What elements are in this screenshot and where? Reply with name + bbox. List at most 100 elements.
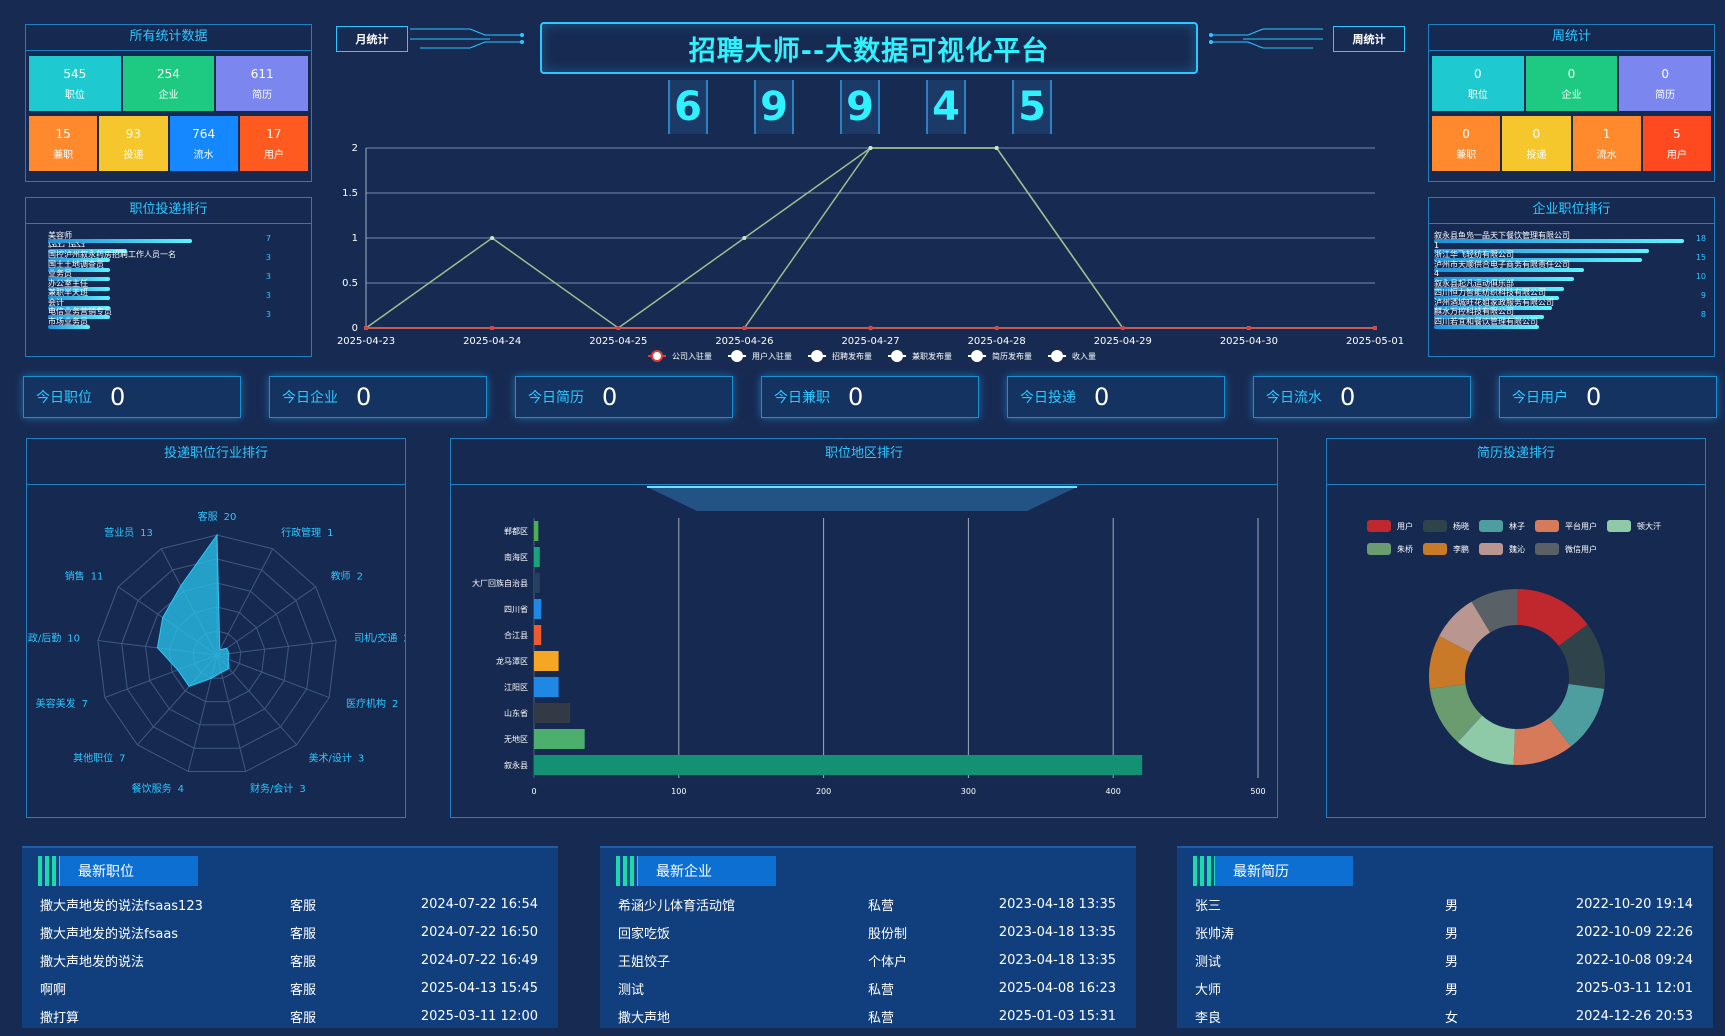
data-point	[994, 146, 999, 150]
panel-title: 企业职位排行	[1429, 198, 1714, 224]
table-row[interactable]: 大师 男 2025-03-11 12:01	[1195, 974, 1693, 1002]
stat-tile: 0 职位	[1432, 56, 1524, 111]
table-row[interactable]: 撒大声地发的说法 客服 2024-07-22 16:49	[40, 946, 538, 974]
row-type: 客服	[290, 982, 317, 998]
latest-resumes-tab[interactable]: 最新简历	[1193, 856, 1353, 886]
radar-label: 销售 11	[65, 570, 104, 583]
rank-name: 叙永县鱼凫一品天下餐饮管理有限公司	[1434, 231, 1570, 241]
radar-spoke	[216, 548, 274, 656]
x-tick-label: 500	[1250, 787, 1265, 796]
region-bar	[534, 547, 540, 567]
legend-item[interactable]: 林子	[1479, 520, 1525, 532]
today-value: 0	[110, 383, 126, 411]
legend-swatch	[1479, 520, 1503, 532]
row-time: 2025-03-11 12:00	[420, 1008, 538, 1024]
row-time: 2025-03-11 12:01	[1575, 980, 1693, 996]
stat-label: 兼职	[53, 149, 74, 161]
total-digit: 9	[840, 80, 880, 134]
legend-item[interactable]: 简历发布量	[968, 350, 1032, 362]
stat-tile: 17 用户	[239, 116, 308, 171]
table-row[interactable]: 张帅涛 男 2022-10-09 22:26	[1195, 918, 1693, 946]
data-point	[616, 326, 621, 330]
stat-value: 0	[1462, 126, 1470, 141]
legend-item[interactable]: 收入量	[1048, 350, 1096, 362]
row-name: 测试	[618, 982, 645, 998]
legend-swatch	[1423, 543, 1447, 555]
table-row[interactable]: 啊啊 客服 2025-04-13 15:45	[40, 974, 538, 1002]
latest-resumes-panel: 最新简历 张三男 2022-10-20 19:14 张帅涛男 2022-10-09 2…	[1177, 846, 1713, 1028]
y-tick-label: 0	[352, 323, 358, 334]
legend-item[interactable]: 李鹏	[1423, 543, 1469, 555]
legend-item[interactable]: 杨晓	[1423, 520, 1469, 532]
legend-item[interactable]: 顿大汗	[1607, 520, 1661, 532]
data-point	[490, 236, 495, 240]
company-rank-panel: 企业职位排行 叙永县鱼凫一品天下餐饮管理有限公司 18 1 浙江华飞轻纺有限公司 15 泸…	[1428, 197, 1715, 357]
legend-item[interactable]: 平台用户	[1535, 520, 1597, 532]
legend-item[interactable]: 朱桥	[1367, 543, 1413, 555]
total-digit: 6	[668, 80, 708, 134]
row-name: 撒大声地	[618, 1010, 671, 1026]
month-stats-button[interactable]: 月统计	[336, 26, 408, 52]
stat-tile: 545 职位	[29, 56, 121, 111]
table-row[interactable]: 张三 男 2022-10-20 19:14	[1195, 890, 1693, 918]
table-row[interactable]: 李良 女 2024-12-26 20:53	[1195, 1002, 1693, 1030]
stat-value: 5	[1673, 126, 1681, 141]
rank-count: 18	[1695, 234, 1706, 244]
table-row[interactable]: 测试 男 2022-10-08 09:24	[1195, 946, 1693, 974]
legend-item[interactable]: 用户入驻量	[728, 350, 792, 362]
radar-label: 客服 20	[198, 510, 237, 523]
rank-row: 泸州市天顺供合电子商务有限责任公司	[1434, 260, 1706, 273]
row-type: 个体户	[868, 954, 908, 970]
legend-label: 朱桥	[1397, 544, 1413, 554]
data-point	[364, 326, 368, 330]
latest-jobs-tab[interactable]: 最新职位	[38, 856, 198, 886]
latest-companies-panel: 最新企业 希涵少儿体育活动馆 私营 2023-04-18 13:35 回家吃饭 股份制 2…	[600, 846, 1136, 1028]
legend-label: 微信用户	[1565, 544, 1597, 554]
legend-item[interactable]: 兼职发布量	[888, 350, 952, 362]
today-card: 今日用户 0	[1499, 376, 1717, 418]
legend-label: 收入量	[1072, 351, 1096, 361]
latest-companies-tab[interactable]: 最新企业	[616, 856, 776, 886]
today-value: 0	[1586, 383, 1602, 411]
legend-item[interactable]: 微信用户	[1535, 543, 1597, 555]
radar-label: 医疗机构 2	[346, 697, 398, 710]
y-tick-label: 1.5	[342, 188, 358, 199]
legend-item[interactable]: 公司入驻量	[648, 350, 712, 362]
legend-swatch	[1535, 520, 1559, 532]
today-label: 今日流水	[1266, 390, 1322, 406]
y-tick-label: 叙永县	[504, 760, 528, 770]
region-bar	[534, 651, 559, 671]
legend-item[interactable]: 用户	[1367, 520, 1413, 532]
stat-tile: 0 简历	[1619, 56, 1711, 111]
table-row[interactable]: 撒大声地发的说法fsaas 客服 2024-07-22 16:50	[40, 918, 538, 946]
stat-tile: 764 流水	[169, 116, 238, 171]
row-type: 私营	[868, 1010, 895, 1026]
row-type: 客服	[290, 898, 317, 914]
table-row[interactable]: 测试 私营 2025-04-08 16:23	[618, 974, 1116, 1002]
table-row[interactable]: 王姐饺子 个体户 2023-04-18 13:35	[618, 946, 1116, 974]
table-row[interactable]: 回家吃饭 股份制 2023-04-18 13:35	[618, 918, 1116, 946]
panel-title: 周统计	[1429, 25, 1714, 51]
row-type: 男	[1445, 982, 1459, 998]
legend-label: 兼职发布量	[912, 351, 952, 361]
today-value: 0	[848, 383, 864, 411]
stat-tile: 15 兼职	[29, 116, 98, 171]
y-tick-label: 2	[352, 143, 358, 154]
table-row[interactable]: 撒大声地 私营 2025-01-03 15:31	[618, 1002, 1116, 1030]
legend-item[interactable]: 魏沁	[1479, 543, 1525, 555]
legend-swatch	[1367, 543, 1391, 555]
data-point	[868, 326, 873, 330]
row-name: 撒打算	[40, 1010, 80, 1026]
region-bar	[534, 729, 585, 749]
stat-label: 用户	[1666, 149, 1687, 161]
week-stats-button[interactable]: 周统计	[1333, 26, 1405, 52]
y-tick-label: 四川省	[504, 604, 528, 614]
row-name: 张三	[1195, 898, 1222, 914]
table-row[interactable]: 希涵少儿体育活动馆 私营 2023-04-18 13:35	[618, 890, 1116, 918]
y-tick-label: 1	[352, 233, 358, 244]
table-row[interactable]: 撒打算 客服 2025-03-11 12:00	[40, 1002, 538, 1030]
stat-value: 611	[250, 66, 274, 81]
legend-item[interactable]: 招聘发布量	[808, 350, 872, 362]
table-row[interactable]: 撒大声地发的说法fsaas123 客服 2024-07-22 16:54	[40, 890, 538, 918]
data-point	[742, 326, 747, 330]
